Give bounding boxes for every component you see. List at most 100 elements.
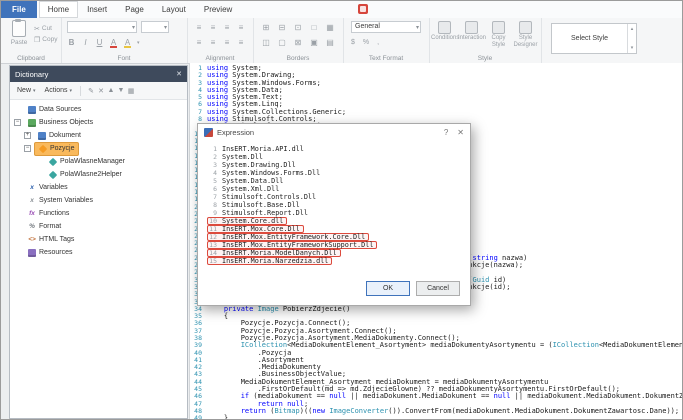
code-line[interactable]: 48 return (Bitmap)((new ImageConverter()… (190, 408, 682, 415)
tree-item-business-objects[interactable]: −Business Objects (10, 116, 187, 129)
tab-page[interactable]: Page (116, 1, 153, 18)
align-2-icon[interactable]: ≡ (211, 23, 216, 32)
dictionary-tool-2-icon[interactable]: ✕ (96, 87, 106, 95)
tree-item-label: PolaWlasneManager (60, 158, 125, 165)
assembly-item-11[interactable]: 11InsERT.Mox.Core.Dll (207, 225, 304, 233)
align-7-icon[interactable]: ≡ (225, 38, 230, 47)
font-size-select[interactable]: ▾ (141, 21, 169, 33)
tree-item-pozycje[interactable]: −Pozycje (10, 142, 187, 155)
tree-item-html-tags[interactable]: <>HTML Tags (10, 233, 187, 246)
border-4-icon[interactable]: □ (312, 23, 317, 32)
tab-home[interactable]: Home (39, 1, 78, 18)
highlight-color-button[interactable]: A (123, 38, 132, 47)
expand-icon[interactable]: + (24, 132, 31, 139)
close-icon[interactable]: ✕ (176, 70, 182, 78)
select-style-scrollbar[interactable]: ▴ ▾ (627, 24, 636, 53)
number-format-1-icon[interactable]: $ (351, 39, 355, 46)
interaction-button[interactable]: Interaction (458, 19, 485, 48)
tree-item-polawlasne2helper[interactable]: PolaWlasne2Helper (10, 168, 187, 181)
tree-item-data-sources[interactable]: Data Sources (10, 103, 187, 116)
border-5-icon[interactable]: ▦ (326, 23, 334, 32)
align-5-icon[interactable]: ≡ (197, 38, 202, 47)
assembly-number: 1 (209, 145, 217, 153)
assembly-item-5[interactable]: 5System.Data.Dll (207, 177, 287, 185)
dictionary-tool-1-icon[interactable]: ✎ (86, 87, 96, 95)
underline-button[interactable]: U (95, 38, 104, 47)
border-2-icon[interactable]: ⊟ (279, 23, 286, 32)
code-line[interactable]: 34 private Image PobierzZdjecie() (190, 306, 682, 313)
font-color-button[interactable]: A (109, 38, 118, 47)
code-line[interactable]: 49 } (190, 415, 682, 419)
assembly-item-10[interactable]: 10System.Core.dll (207, 217, 287, 225)
style-designer-button[interactable]: Style Designer (512, 19, 539, 48)
tab-insert[interactable]: Insert (78, 1, 116, 18)
border-9-icon[interactable]: ▣ (310, 38, 318, 47)
cancel-button[interactable]: Cancel (416, 281, 460, 296)
dictionary-tool-3-icon[interactable]: ▲ (106, 87, 116, 95)
paste-button[interactable]: Paste (6, 20, 32, 46)
assembly-item-8[interactable]: 8Stimulsoft.Base.Dll (207, 201, 304, 209)
border-7-icon[interactable]: ▢ (278, 38, 286, 47)
dictionary-tool-5-icon[interactable]: ▦ (126, 87, 136, 95)
assembly-item-14[interactable]: 14InsERT.Moria.ModelDanych.Dll (207, 249, 341, 257)
assembly-item-12[interactable]: 12InsERT.Mox.EntityFramework.Core.Dll (207, 233, 369, 241)
collapse-icon[interactable]: − (14, 119, 21, 126)
assembly-item-6[interactable]: 6System.Xml.Dll (207, 185, 283, 193)
assembly-item-7[interactable]: 7Stimulsoft.Controls.Dll (207, 193, 320, 201)
conditions-button[interactable]: Conditions (431, 19, 458, 48)
dictionary-tool-4-icon[interactable]: ▼ (116, 87, 126, 95)
assembly-item-15[interactable]: 15InsERT.Moria.Narzedzia.dll (207, 257, 332, 265)
scroll-up-icon[interactable]: ▴ (631, 26, 634, 32)
number-format-2-icon[interactable]: % (363, 39, 369, 46)
number-format-3-icon[interactable]: , (377, 39, 379, 46)
tree-item-format[interactable]: %Format (10, 220, 187, 233)
assembly-item-3[interactable]: 3System.Drawing.Dll (207, 161, 300, 169)
italic-button[interactable]: I (81, 38, 90, 47)
red-app-badge-icon[interactable] (358, 4, 368, 14)
assembly-item-13[interactable]: 13InsERT.Mox.EntityFrameworkSupport.Dll (207, 241, 377, 249)
border-10-icon[interactable]: ▤ (326, 38, 334, 47)
scroll-down-icon[interactable]: ▾ (631, 45, 634, 51)
assembly-name: System.Core.dll (222, 217, 283, 225)
border-1-icon[interactable]: ⊞ (263, 23, 270, 32)
tree-item-system-variables[interactable]: xSystem Variables (10, 194, 187, 207)
cut-button[interactable]: ✂ Cut (34, 23, 57, 34)
copy-style-button[interactable]: Copy Style (485, 19, 512, 48)
assembly-item-4[interactable]: 4System.Windows.Forms.Dll (207, 169, 324, 177)
select-style-button[interactable]: Select Style ▴ ▾ (551, 23, 637, 54)
tab-preview[interactable]: Preview (195, 1, 241, 18)
new-button[interactable]: New ▾ (14, 86, 39, 95)
group-style: ConditionsInteractionCopy StyleStyle Des… (429, 18, 542, 63)
tree-item-variables[interactable]: xVariables (10, 181, 187, 194)
help-icon[interactable]: ? (444, 128, 448, 137)
tab-layout[interactable]: Layout (153, 1, 195, 18)
align-1-icon[interactable]: ≡ (197, 23, 202, 32)
close-icon[interactable]: ✕ (457, 128, 464, 137)
tree-item-functions[interactable]: fxFunctions (10, 207, 187, 220)
assembly-name: InsERT.Mox.EntityFrameworkSupport.Dll (222, 241, 373, 249)
assembly-item-1[interactable]: 1InsERT.Moria.API.dll (207, 145, 308, 153)
style-buttons: ConditionsInteractionCopy StyleStyle Des… (431, 19, 539, 48)
ok-button[interactable]: OK (366, 281, 410, 296)
copy-button[interactable]: ❐ Copy (34, 34, 57, 45)
tree-item-polawlasnemanager[interactable]: PolaWlasneManager (10, 155, 187, 168)
align-6-icon[interactable]: ≡ (211, 38, 216, 47)
align-3-icon[interactable]: ≡ (225, 23, 230, 32)
align-4-icon[interactable]: ≡ (239, 23, 244, 32)
tab-file[interactable]: File (1, 1, 37, 18)
actions-button[interactable]: Actions ▾ (42, 86, 75, 95)
tree-item-dokument[interactable]: +Dokument (10, 129, 187, 142)
copy-style-icon (492, 21, 505, 34)
assembly-item-9[interactable]: 9Stimulsoft.Report.Dll (207, 209, 312, 217)
assembly-item-2[interactable]: 2System.Dll (207, 153, 267, 161)
bold-button[interactable]: B (67, 38, 76, 47)
border-8-icon[interactable]: ⊠ (295, 38, 302, 47)
border-3-icon[interactable]: ⊡ (295, 23, 302, 32)
tree-item-resources[interactable]: Resources (10, 246, 187, 259)
collapse-icon[interactable]: − (24, 145, 31, 152)
text-format-select[interactable]: General ▾ (351, 21, 421, 33)
chevron-down-icon[interactable]: ▾ (137, 40, 140, 46)
border-6-icon[interactable]: ◫ (262, 38, 270, 47)
font-name-select[interactable]: ▾ (67, 21, 137, 33)
align-8-icon[interactable]: ≡ (239, 38, 244, 47)
